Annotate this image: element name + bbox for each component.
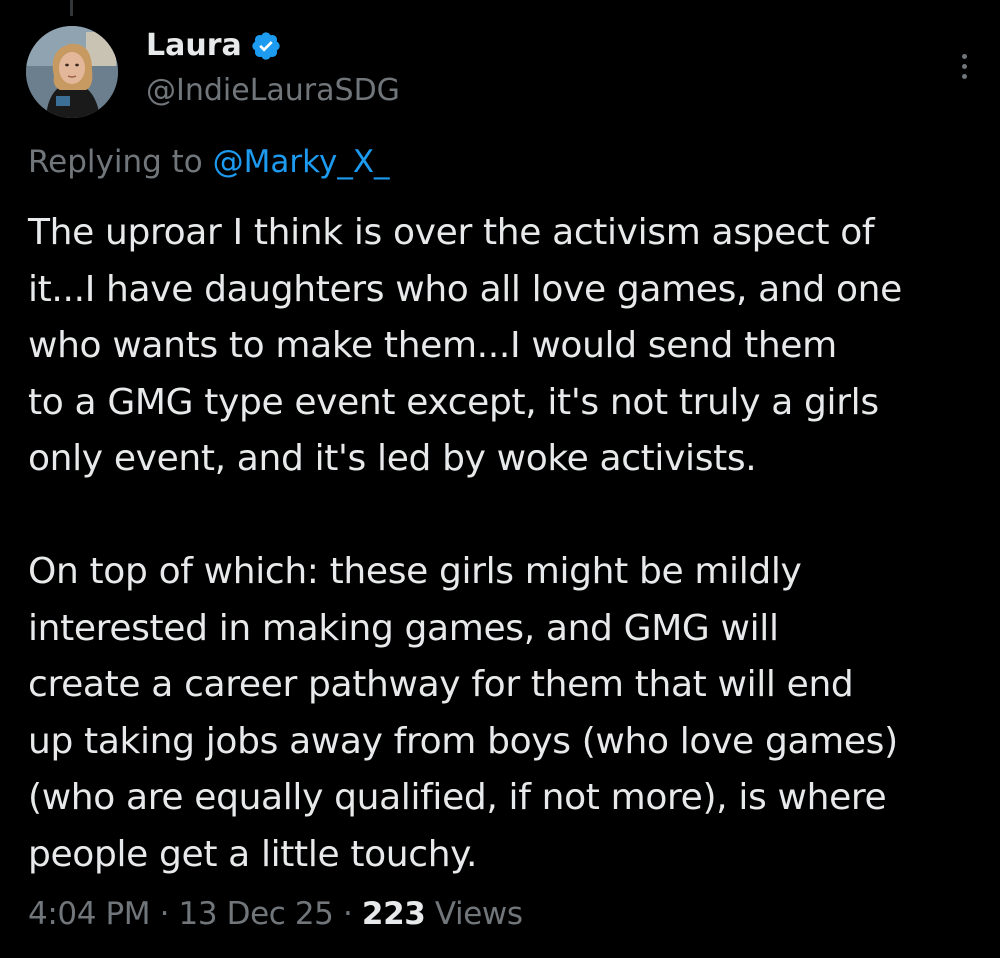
tweet-line: create a career pathway for them that wi… bbox=[28, 664, 854, 705]
verified-badge-icon bbox=[252, 32, 280, 60]
tweet-line: people get a little touchy. bbox=[28, 833, 478, 875]
author-name[interactable]: Laura bbox=[146, 28, 242, 64]
thread-connector-line bbox=[70, 0, 73, 16]
replying-to-mention-link[interactable]: @Marky_X_ bbox=[213, 144, 390, 180]
tweet-line: On top of which: these girls might be mi… bbox=[28, 551, 802, 592]
author-handle[interactable]: @IndieLauraSDG bbox=[146, 72, 400, 110]
tweet-line: who wants to make them...I would send th… bbox=[28, 325, 837, 366]
tweet-line: it...I have daughters who all love games… bbox=[28, 268, 902, 310]
tweet-line: (who are equally qualified, if not more)… bbox=[28, 777, 887, 818]
tweet-line: interested in making games, and GMG will bbox=[28, 607, 779, 649]
more-dot bbox=[961, 73, 967, 79]
tweet-line: to a GMG type event except, it's not tru… bbox=[28, 381, 879, 423]
meta-separator: · bbox=[342, 896, 353, 932]
replying-to-label: Replying to bbox=[28, 144, 203, 180]
author-name-row: Laura bbox=[146, 28, 282, 64]
more-dot bbox=[961, 63, 967, 69]
more-dot bbox=[961, 53, 967, 59]
replying-to: Replying to @Marky_X_ bbox=[28, 142, 390, 182]
tweet-body: The uproar I think is over the activism … bbox=[28, 205, 988, 883]
tweet-date[interactable]: 13 Dec 25 bbox=[179, 896, 334, 932]
avatar-image bbox=[26, 26, 118, 118]
tweet-metadata: 4:04 PM · 13 Dec 25 · 223 Views bbox=[28, 892, 523, 936]
views-label: Views bbox=[434, 896, 523, 932]
meta-separator: · bbox=[159, 896, 170, 932]
views-count: 223 bbox=[361, 896, 426, 932]
tweet-line: The uproar I think is over the activism … bbox=[28, 212, 875, 253]
more-options-icon[interactable] bbox=[944, 46, 984, 86]
tweet-time[interactable]: 4:04 PM bbox=[28, 896, 151, 932]
avatar[interactable] bbox=[26, 26, 118, 118]
tweet-line: up taking jobs away from boys (who love … bbox=[28, 720, 898, 762]
tweet-line: only event, and it's led by woke activis… bbox=[28, 438, 757, 479]
